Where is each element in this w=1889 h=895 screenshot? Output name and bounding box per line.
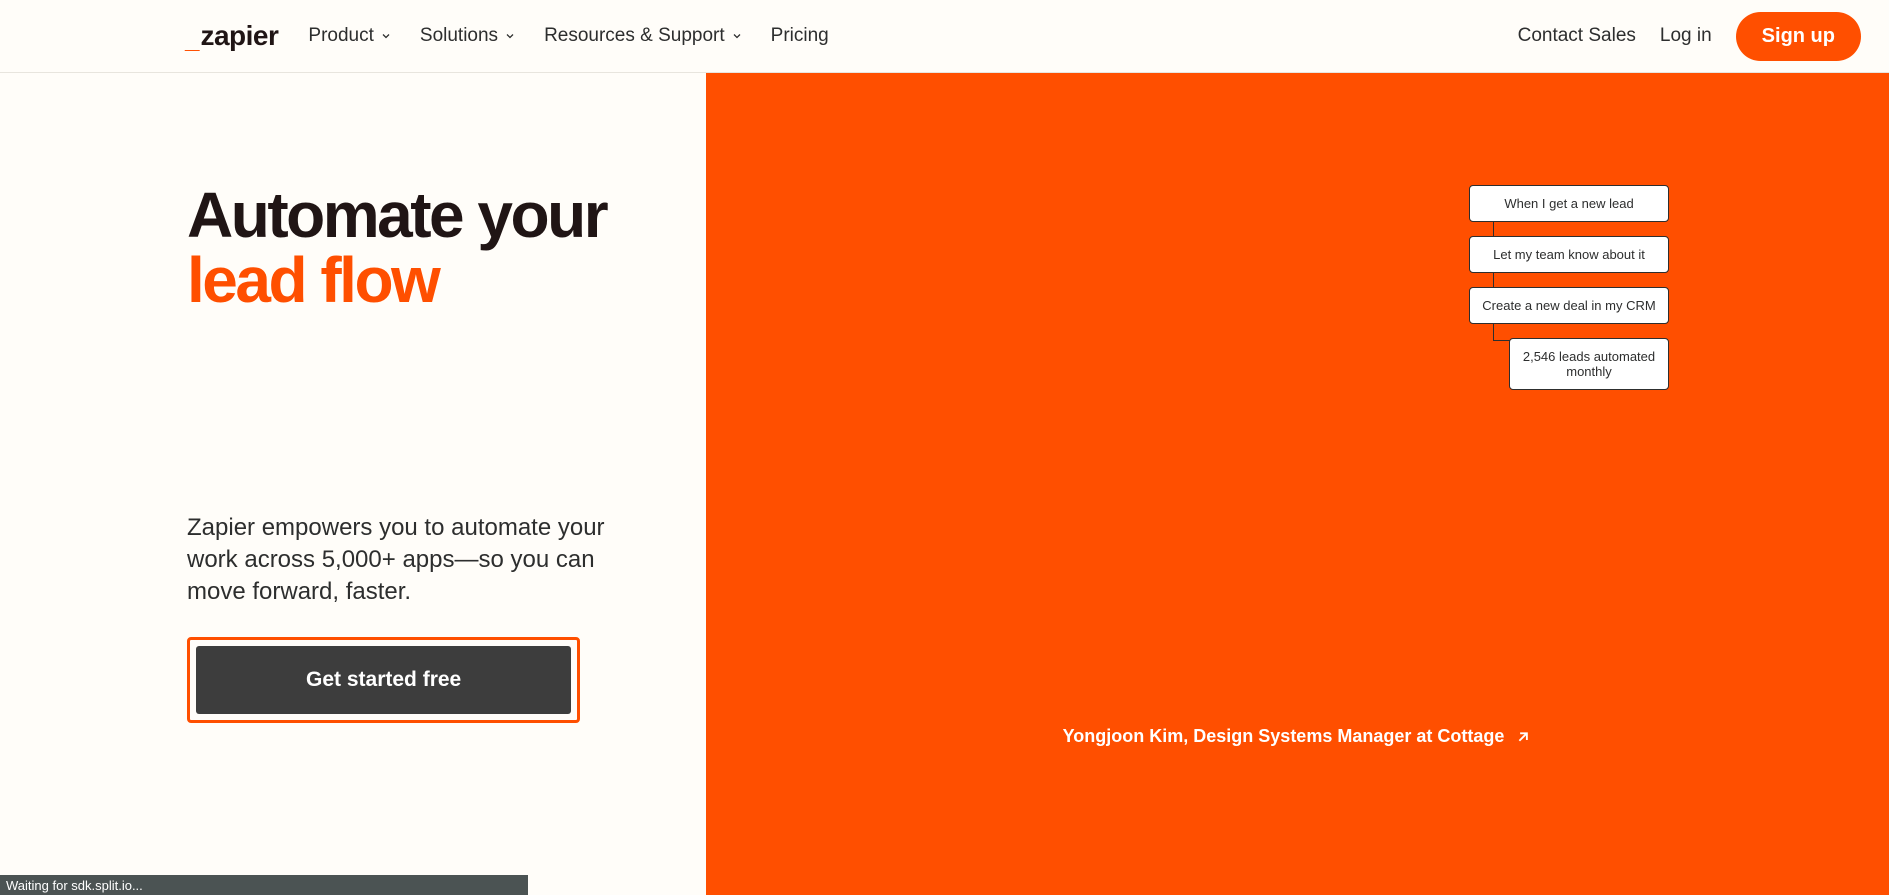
login-link[interactable]: Log in	[1660, 25, 1712, 47]
chevron-down-icon	[380, 30, 392, 42]
nav-links: Product Solutions Resources & Support Pr…	[308, 25, 828, 47]
hero-right: When I get a new lead Let my team know a…	[706, 73, 1889, 895]
top-nav: _ zapier Product Solutions Resources & S…	[0, 0, 1889, 73]
nav-item-label: Solutions	[420, 25, 498, 47]
get-started-button[interactable]: Get started free	[196, 646, 571, 714]
hero-left: Automate your lead flow Zapier empowers …	[0, 73, 706, 895]
nav-right: Contact Sales Log in Sign up	[1518, 12, 1861, 61]
hero-title-line1: Automate your	[187, 179, 606, 251]
nav-item-label: Product	[308, 25, 373, 47]
hero-subtitle: Zapier empowers you to automate your wor…	[187, 512, 607, 609]
cta-focus-ring: Get started free	[187, 637, 580, 723]
nav-item-label: Pricing	[771, 25, 829, 47]
nav-item-pricing[interactable]: Pricing	[771, 25, 829, 47]
contact-sales-link[interactable]: Contact Sales	[1518, 25, 1636, 47]
connector-line	[1493, 322, 1494, 340]
hero-section: Automate your lead flow Zapier empowers …	[0, 73, 1889, 895]
testimonial-text: Yongjoon Kim, Design Systems Manager at …	[1063, 726, 1505, 747]
logo-text: zapier	[200, 20, 278, 52]
logo[interactable]: _ zapier	[185, 20, 278, 52]
flow-card-action-notify: Let my team know about it	[1469, 236, 1669, 273]
hero-title-line2: lead flow	[187, 248, 646, 313]
nav-item-label: Resources & Support	[544, 25, 725, 47]
chevron-down-icon	[731, 30, 743, 42]
workflow-diagram: When I get a new lead Let my team know a…	[1469, 185, 1669, 390]
status-text: Waiting for sdk.split.io...	[6, 878, 143, 893]
browser-status-bar: Waiting for sdk.split.io...	[0, 875, 528, 895]
testimonial-byline[interactable]: Yongjoon Kim, Design Systems Manager at …	[1063, 726, 1533, 747]
nav-item-product[interactable]: Product	[308, 25, 391, 47]
arrow-up-right-icon	[1514, 728, 1532, 746]
logo-underscore-icon: _	[185, 26, 199, 52]
flow-card-action-crm: Create a new deal in my CRM	[1469, 287, 1669, 324]
nav-item-solutions[interactable]: Solutions	[420, 25, 516, 47]
flow-card-stats: 2,546 leads automated monthly	[1509, 338, 1669, 390]
signup-button[interactable]: Sign up	[1736, 12, 1861, 61]
nav-item-resources[interactable]: Resources & Support	[544, 25, 743, 47]
hero-title: Automate your lead flow	[187, 183, 646, 314]
flow-card-trigger: When I get a new lead	[1469, 185, 1669, 222]
chevron-down-icon	[504, 30, 516, 42]
